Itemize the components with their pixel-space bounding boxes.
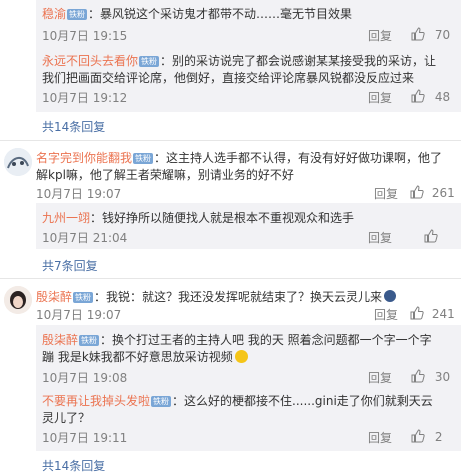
comment-author[interactable]: 名字完到你能翻我 — [36, 151, 132, 165]
reply-author[interactable]: 稳渝 — [42, 7, 66, 21]
comment-timestamp: 10月7日 19:07 — [36, 308, 122, 322]
like-count: 48 — [434, 90, 451, 104]
like-button[interactable]: 261 — [410, 185, 455, 200]
reply-text: ：换个打过王者的主持人吧 我的天 照着念问题都一个字一个字 — [100, 333, 432, 347]
thumbs-up-icon — [411, 89, 425, 103]
reply-text: ：钱好挣所以随便找人就是根本不重视观众和选手 — [90, 211, 355, 225]
avatar[interactable] — [4, 286, 32, 314]
like-count: 261 — [431, 186, 455, 200]
thumbs-up-icon — [411, 429, 425, 443]
comment-text-row: 殷柒醉 铁粉 ：我锐：就这？我还没发挥呢就结束了？换天云灵儿来 — [36, 289, 397, 306]
reply-author[interactable]: 殷柒醉 — [42, 333, 78, 347]
reply-action[interactable]: 回复 — [368, 229, 392, 246]
reply-action[interactable]: 回复 — [368, 369, 392, 386]
fan-badge: 铁粉 — [67, 9, 88, 20]
fan-badge: 铁粉 — [79, 335, 100, 346]
reply-text: ：暴风锐这个采访鬼才都带不动……毫无节目效果 — [88, 7, 353, 21]
reply-author[interactable]: 永远不回头去看你 — [42, 54, 138, 68]
reply-block-3: 殷柒醉 铁粉 ：换个打过王者的主持人吧 我的天 照着念问题都一个字一个字 蹦 我是k… — [36, 325, 461, 451]
reply-action[interactable]: 回复 — [368, 27, 392, 44]
emoji-icon — [384, 290, 397, 302]
reply-text-row: 九州一翊：钱好挣所以随便找人就是根本不重视观众和选手 — [42, 210, 354, 227]
reply-text-row: 稳渝 铁粉 ：暴风锐这个采访鬼才都带不动……毫无节目效果 — [42, 6, 352, 23]
like-button[interactable]: 30 — [411, 369, 450, 384]
more-replies-link[interactable]: 共14条回复 — [42, 457, 105, 474]
reply-action[interactable]: 回复 — [368, 89, 392, 106]
reply-block-2: 九州一翊：钱好挣所以随便找人就是根本不重视观众和选手 10月7日 21:04 回… — [36, 203, 461, 249]
like-count: 30 — [434, 370, 451, 384]
more-replies-link[interactable]: 共14条回复 — [42, 118, 105, 135]
reply-timestamp: 10月7日 19:11 — [42, 431, 128, 445]
comment-text: ：这主持人选手都不认得，有没有好好做功课啊，他了 — [154, 151, 443, 165]
like-button[interactable] — [424, 229, 438, 244]
divider — [0, 140, 461, 141]
reply-action[interactable]: 回复 — [374, 306, 398, 323]
reply-timestamp: 10月7日 19:12 — [42, 91, 128, 105]
like-count: 70 — [434, 28, 451, 42]
fan-badge: 铁粉 — [133, 153, 154, 164]
reply-text-row: 不要再让我掉头发啦 铁粉 ：这么好的梗都接不住......gini走了你们就剩天云 — [42, 393, 433, 410]
thumbs-up-icon — [424, 229, 438, 243]
reply-timestamp: 10月7日 19:08 — [42, 371, 128, 385]
fan-badge: 铁粉 — [73, 292, 94, 303]
like-count: 241 — [431, 307, 455, 321]
reply-action[interactable]: 回复 — [374, 185, 398, 202]
comment-timestamp: 10月7日 19:07 — [36, 187, 122, 201]
thumbs-up-icon — [411, 369, 425, 383]
reply-text-row: 永远不回头去看你 铁粉 ：别的采访说完了都会说感谢某某接受我的采访，让 — [42, 53, 436, 70]
reply-text-cont: 蹦 我是k妹我都不好意思放采访视频 — [42, 349, 248, 366]
like-button[interactable]: 241 — [410, 306, 455, 321]
emoji-icon — [234, 350, 248, 363]
more-replies-link[interactable]: 共7条回复 — [42, 257, 98, 274]
fan-badge: 铁粉 — [139, 56, 160, 67]
reply-text-row: 殷柒醉 铁粉 ：换个打过王者的主持人吧 我的天 照着念问题都一个字一个字 — [42, 332, 432, 349]
like-button[interactable]: 48 — [411, 89, 450, 104]
fan-badge: 铁粉 — [151, 396, 172, 407]
like-count: 2 — [434, 430, 443, 444]
thumbs-up-icon — [410, 185, 424, 199]
comment-text-cont: 解kpl嘛，他了解王者荣耀嘛，别请业务的好不好 — [36, 168, 294, 182]
reply-text-cont: 灵儿了？ — [42, 411, 91, 425]
avatar[interactable] — [4, 148, 32, 176]
reply-author[interactable]: 九州一翊 — [42, 211, 90, 225]
comment-text: ：我锐：就这？我还没发挥呢就结束了？换天云灵儿来 — [94, 290, 383, 304]
like-button[interactable]: 2 — [411, 429, 442, 444]
thumbs-up-icon — [410, 306, 424, 320]
reply-action[interactable]: 回复 — [368, 429, 392, 446]
reply-text-cont: 我们把画面交给评论席，他倒好，直接交给评论席暴风锐都没反应过来 — [42, 71, 415, 85]
reply-block-1: 稳渝 铁粉 ：暴风锐这个采访鬼才都带不动……毫无节目效果 10月7日 19:15 回… — [36, 0, 461, 112]
reply-timestamp: 10月7日 21:04 — [42, 231, 128, 245]
like-button[interactable]: 70 — [411, 27, 450, 42]
divider — [0, 278, 461, 279]
reply-author[interactable]: 不要再让我掉头发啦 — [42, 394, 150, 408]
reply-text: 蹦 我是k妹我都不好意思放采访视频 — [42, 350, 233, 364]
thumbs-up-icon — [411, 27, 425, 41]
comment-text-row: 名字完到你能翻我 铁粉 ：这主持人选手都不认得，有没有好好做功课啊，他了 — [36, 150, 442, 167]
reply-timestamp: 10月7日 19:15 — [42, 29, 128, 43]
reply-text: ：别的采访说完了都会说感谢某某接受我的采访，让 — [160, 54, 437, 68]
comment-author[interactable]: 殷柒醉 — [36, 290, 72, 304]
reply-text: ：这么好的梗都接不住......gini走了你们就剩天云 — [172, 394, 433, 408]
